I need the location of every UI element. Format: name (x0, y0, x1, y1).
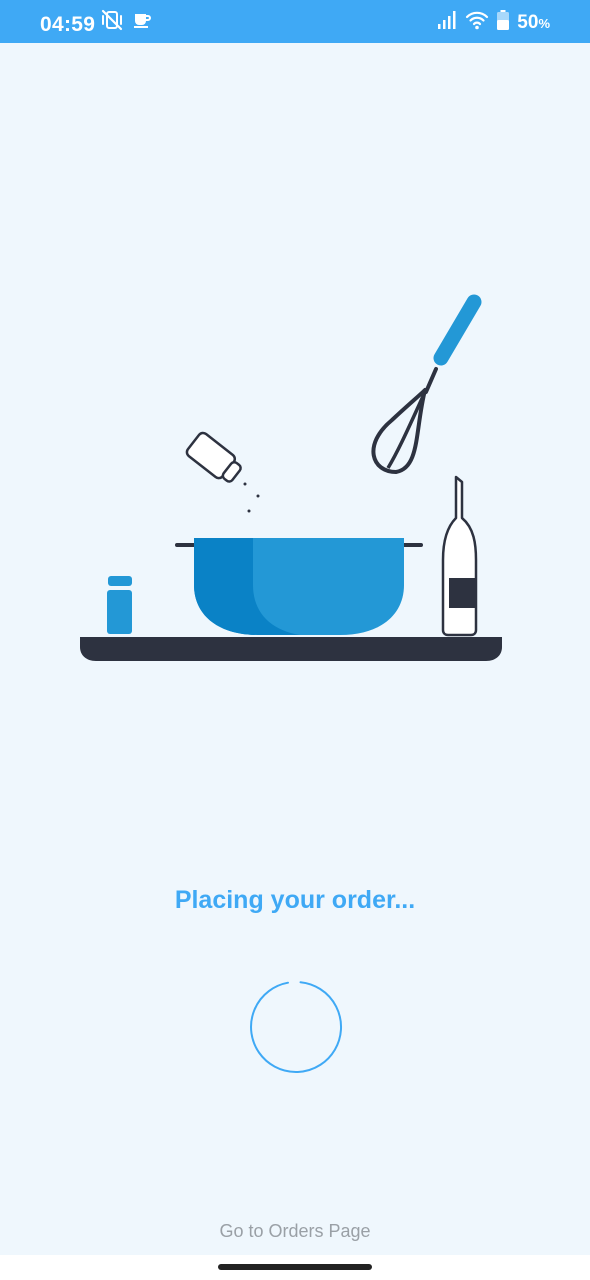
placing-order-message: Placing your order... (174, 886, 416, 914)
go-to-orders-link[interactable]: Go to Orders Page (0, 1219, 590, 1243)
cooking-pot-illustration (80, 294, 502, 661)
counter-shelf (80, 637, 502, 661)
status-left-icons (100, 8, 152, 37)
loading-spinner (250, 981, 343, 1073)
vibrate-off-icon (100, 8, 124, 37)
pot-icon (175, 538, 423, 635)
battery-icon (497, 9, 510, 35)
whisk-icon (371, 294, 482, 474)
salt-grains (243, 482, 260, 513)
battery-unit: % (538, 15, 550, 31)
coffee-cup-icon (132, 10, 152, 35)
home-indicator[interactable] (218, 1264, 372, 1270)
spice-bottle-icon (107, 576, 132, 634)
oil-bottle-icon (441, 475, 478, 637)
battery-percentage: 50% (517, 13, 550, 32)
status-bar: 04:59 50% (0, 0, 590, 43)
salt-shaker-icon (185, 431, 242, 483)
battery-level: 50 (517, 11, 539, 33)
status-right-icons: 50% (437, 9, 550, 35)
signal-icon (437, 10, 457, 35)
status-time: 04:59 (40, 13, 96, 36)
navigation-bar (0, 1255, 590, 1280)
wifi-icon (465, 10, 489, 35)
